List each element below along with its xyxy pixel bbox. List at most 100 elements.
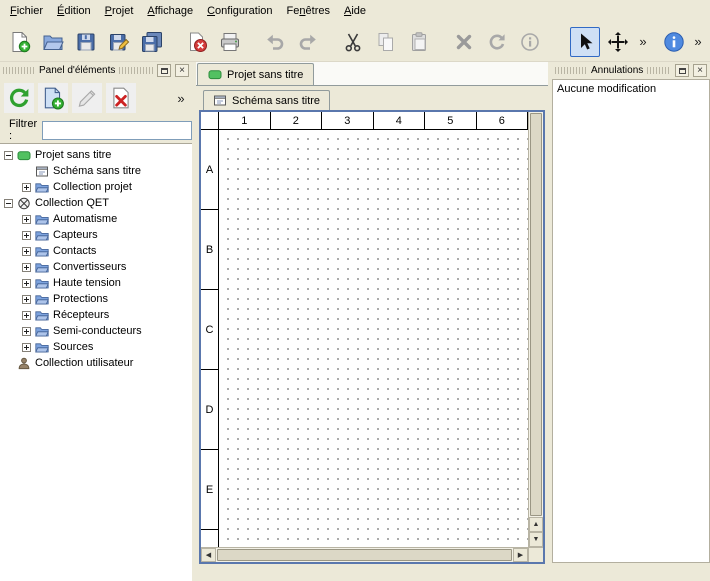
tab-schema-sans-titre[interactable]: Schéma sans titre	[203, 90, 330, 110]
save-all-button[interactable]	[137, 27, 167, 57]
delete-element-button[interactable]	[106, 83, 136, 113]
project-view-body: Schéma sans titre 1 2 3 4 5 6 A	[196, 86, 548, 581]
main-area: Panel d'éléments ×	[0, 62, 710, 581]
tree-item-sources[interactable]: Sources	[0, 339, 192, 355]
delete-button[interactable]	[449, 27, 479, 57]
elements-panel-titlebar[interactable]: Panel d'éléments ×	[0, 62, 192, 79]
expander-icon[interactable]	[4, 199, 13, 208]
dock-grip[interactable]	[3, 67, 35, 74]
row-label: E	[201, 450, 218, 530]
elements-panel-toolbar: »	[0, 79, 192, 117]
undo-panel-titlebar[interactable]: Annulations ×	[552, 62, 710, 79]
close-panel-button[interactable]: ×	[693, 64, 707, 77]
save-as-button[interactable]	[104, 27, 134, 57]
column-label: 1	[219, 112, 271, 129]
expander-icon[interactable]	[22, 231, 31, 240]
horizontal-scroll-thumb[interactable]	[217, 549, 512, 561]
undo-history-list[interactable]: Aucune modification	[552, 79, 710, 563]
undo-icon	[264, 31, 286, 53]
dock-grip[interactable]	[647, 67, 671, 74]
scroll-right-button[interactable]: ▶	[513, 548, 528, 562]
float-panel-button[interactable]	[675, 64, 689, 77]
toolbar-overflow-button[interactable]: »	[636, 27, 650, 57]
delete-element-icon	[109, 86, 133, 110]
scroll-down-button[interactable]: ▼	[529, 532, 543, 547]
tree-item-contacts[interactable]: Contacts	[0, 243, 192, 259]
project-icon	[17, 149, 31, 162]
redo-icon	[297, 31, 319, 53]
scroll-left-button[interactable]: ◀	[201, 548, 216, 562]
dock-grip[interactable]	[555, 67, 587, 74]
folder-icon	[35, 309, 49, 322]
tree-item-convertisseurs[interactable]: Convertisseurs	[0, 259, 192, 275]
close-panel-button[interactable]: ×	[175, 64, 189, 77]
cut-button[interactable]	[338, 27, 368, 57]
print-button[interactable]	[215, 27, 245, 57]
about-button[interactable]	[659, 27, 689, 57]
undo-button[interactable]	[260, 27, 290, 57]
redo-button[interactable]	[293, 27, 323, 57]
tree-item-semi-conducteurs[interactable]: Semi-conducteurs	[0, 323, 192, 339]
expander-icon[interactable]	[22, 279, 31, 288]
tab-projet-sans-titre[interactable]: Projet sans titre	[197, 63, 314, 85]
close-document-icon	[186, 31, 208, 53]
tree-item-project[interactable]: Projet sans titre	[0, 147, 192, 163]
float-panel-button[interactable]	[157, 64, 171, 77]
tree-item-schema[interactable]: Schéma sans titre	[0, 163, 192, 179]
expander-icon[interactable]	[22, 215, 31, 224]
menu-aide[interactable]: Aide	[337, 0, 373, 22]
expander-icon[interactable]	[4, 151, 13, 160]
menu-affichage[interactable]: Affichage	[140, 0, 200, 22]
new-element-button[interactable]	[38, 83, 68, 113]
expander-icon[interactable]	[22, 343, 31, 352]
reload-collections-button[interactable]	[4, 83, 34, 113]
toolbar-overflow-button[interactable]: »	[691, 27, 705, 57]
expander-icon[interactable]	[22, 263, 31, 272]
select-tool-button[interactable]	[570, 27, 600, 57]
filter-input[interactable]	[42, 121, 192, 140]
expander-icon[interactable]	[22, 247, 31, 256]
dock-grip[interactable]	[119, 67, 153, 74]
schema-canvas[interactable]	[219, 130, 528, 547]
open-project-button[interactable]	[38, 27, 68, 57]
vertical-scroll-thumb[interactable]	[530, 113, 542, 516]
float-icon	[161, 68, 168, 74]
reload-icon	[7, 86, 31, 110]
menu-fenetres[interactable]: Fenêtres	[280, 0, 337, 22]
expander-icon[interactable]	[22, 295, 31, 304]
edit-element-button[interactable]	[72, 83, 102, 113]
tree-item-capteurs[interactable]: Capteurs	[0, 227, 192, 243]
rotate-button[interactable]	[482, 27, 512, 57]
copy-button[interactable]	[371, 27, 401, 57]
menu-configuration[interactable]: Configuration	[200, 0, 279, 22]
tree-item-automatisme[interactable]: Automatisme	[0, 211, 192, 227]
tree-item-label: Protections	[53, 293, 108, 305]
save-button[interactable]	[71, 27, 101, 57]
expander-icon[interactable]	[22, 327, 31, 336]
menu-fichier[interactable]: Fichier	[3, 0, 50, 22]
tree-item-collection-projet[interactable]: Collection projet	[0, 179, 192, 195]
tree-item-protections[interactable]: Protections	[0, 291, 192, 307]
tree-item-label: Automatisme	[53, 213, 117, 225]
close-document-button[interactable]	[182, 27, 212, 57]
folder-icon	[35, 181, 49, 194]
panel-toolbar-overflow-button[interactable]: »	[174, 83, 188, 113]
tree-item-haute-tension[interactable]: Haute tension	[0, 275, 192, 291]
move-tool-button[interactable]	[603, 27, 633, 57]
new-document-button[interactable]	[5, 27, 35, 57]
paste-button[interactable]	[404, 27, 434, 57]
menu-projet[interactable]: Projet	[98, 0, 141, 22]
row-label: B	[201, 210, 218, 290]
expander-icon[interactable]	[22, 311, 31, 320]
vertical-scrollbar[interactable]: ▲ ▼	[528, 112, 543, 547]
horizontal-scrollbar[interactable]: ◀ ▶	[201, 547, 528, 562]
scroll-up-button[interactable]: ▲	[529, 517, 543, 532]
tree-item-label: Collection utilisateur	[35, 357, 133, 369]
folder-icon	[35, 293, 49, 306]
tree-item-collection-utilisateur[interactable]: Collection utilisateur	[0, 355, 192, 371]
menu-edition[interactable]: Édition	[50, 0, 98, 22]
element-info-button[interactable]	[515, 27, 545, 57]
expander-icon[interactable]	[22, 183, 31, 192]
tree-item-collection-qet[interactable]: Collection QET	[0, 195, 192, 211]
tree-item-recepteurs[interactable]: Récepteurs	[0, 307, 192, 323]
